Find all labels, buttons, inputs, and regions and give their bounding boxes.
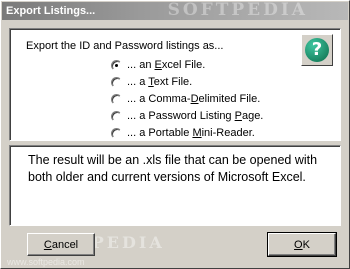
radio-label: ... a Comma-Delimited File.	[127, 93, 261, 105]
help-button[interactable]: ?	[301, 34, 333, 66]
radio-label: ... a Password Listing Page.	[127, 110, 264, 122]
radio-label: ... a Text File.	[127, 76, 193, 88]
radio-option-password-listing-page[interactable]: ... a Password Listing Page.	[111, 109, 263, 123]
radio-option-comma-delimited[interactable]: ... a Comma-Delimited File.	[111, 92, 260, 106]
radio-option-excel[interactable]: ... an Excel File.	[111, 58, 205, 72]
radio-label: ... a Portable Mini-Reader.	[127, 127, 255, 139]
title-bar[interactable]: Export Listings... SOFTPEDIA	[2, 0, 348, 20]
question-mark-icon: ?	[305, 38, 329, 62]
export-options-panel: Export the ID and Password listings as..…	[9, 28, 341, 141]
description-panel: The result will be an .xls file that can…	[9, 145, 341, 226]
export-prompt: Export the ID and Password listings as..…	[26, 40, 224, 52]
radio-button[interactable]	[111, 110, 122, 122]
title-watermark: SOFTPEDIA	[167, 0, 308, 20]
radio-option-text[interactable]: ... a Text File.	[111, 75, 192, 89]
radio-button[interactable]	[111, 127, 122, 139]
radio-option-portable-mini-reader[interactable]: ... a Portable Mini-Reader.	[111, 126, 255, 140]
window-title: Export Listings...	[6, 5, 96, 17]
export-listings-dialog: Export Listings... SOFTPEDIA Export the …	[0, 0, 350, 269]
description-text: The result will be an .xls file that can…	[28, 153, 318, 184]
radio-button[interactable]	[111, 76, 122, 88]
softpedia-url-watermark: www.softpedia.com	[7, 257, 85, 267]
radio-button[interactable]	[111, 93, 122, 105]
ok-button[interactable]: OK	[267, 232, 337, 257]
radio-button[interactable]	[111, 59, 122, 71]
radio-label: ... an Excel File.	[127, 59, 206, 71]
cancel-button[interactable]: Cancel	[27, 233, 95, 256]
